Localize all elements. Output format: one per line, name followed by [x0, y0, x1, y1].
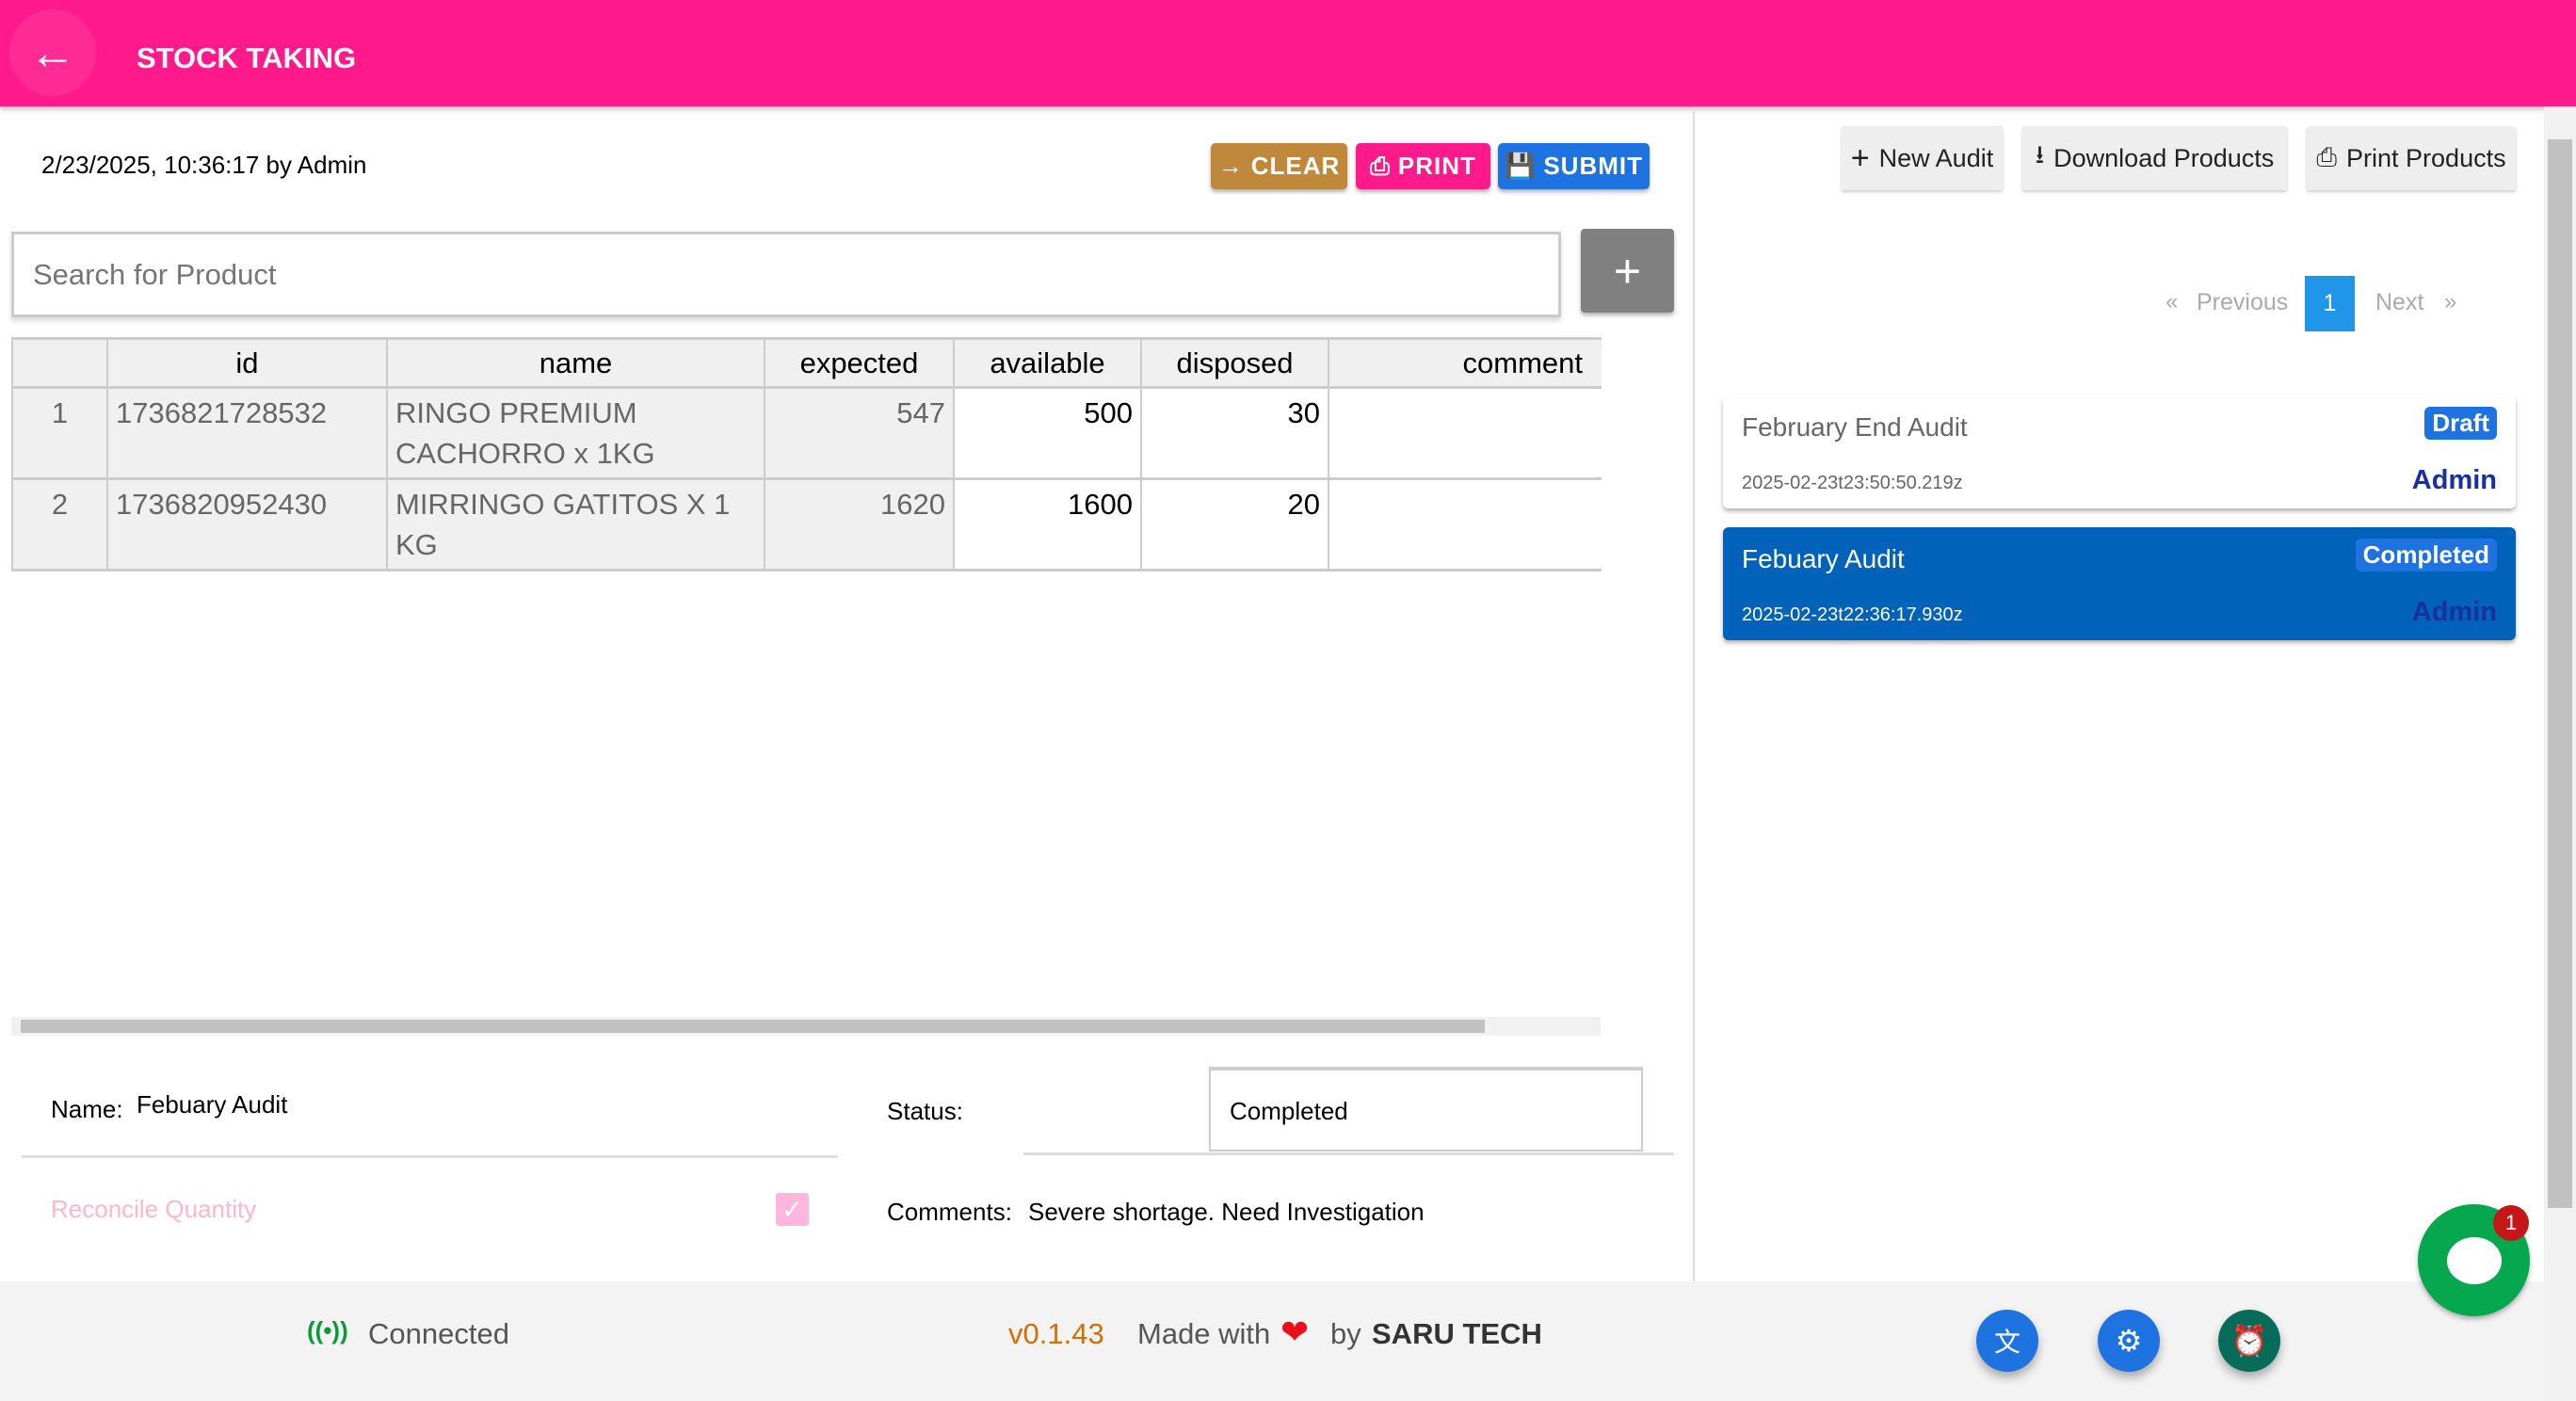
chat-bubble-icon — [2446, 1236, 2502, 1284]
audit-title: February End Audit — [1742, 412, 1968, 442]
comments-label: Comments: — [887, 1198, 1012, 1226]
name-underline — [22, 1155, 838, 1158]
expected-qty: 547 — [764, 387, 954, 480]
pagination-next[interactable]: Next — [2375, 289, 2423, 316]
status-underline — [1023, 1152, 1674, 1155]
print-button[interactable]: ⎙ PRINT — [1356, 143, 1490, 189]
products-table: id name expected available disposed comm… — [11, 337, 1602, 572]
audit-card-selected[interactable]: Febuary Audit Completed 2025-02-23t22:36… — [1723, 527, 2516, 640]
print-label: PRINT — [1397, 152, 1476, 180]
reconcile-label: Reconcile Quantity — [51, 1195, 257, 1223]
product-id: 1736820952430 — [106, 478, 387, 572]
download-icon: ⭳ — [2035, 140, 2045, 169]
scrollbar-thumb[interactable] — [21, 1020, 1485, 1033]
translate-icon: 文 — [1993, 1328, 2021, 1357]
printer-icon: ⎙ — [1370, 151, 1391, 180]
check-icon: ✓ — [781, 1195, 804, 1224]
disposed-qty-cell[interactable]: 20 — [1140, 478, 1328, 572]
arrow-right-icon: → — [1217, 152, 1244, 180]
status-select[interactable]: Completed — [1209, 1067, 1643, 1151]
status-badge: Completed — [2355, 539, 2497, 572]
save-icon: 💾 — [1504, 152, 1537, 180]
pagination-page-1[interactable]: 1 — [2305, 276, 2355, 331]
alarm-button[interactable]: ⏰ — [2218, 1310, 2280, 1372]
audit-date: 2025-02-23t22:36:17.930z — [1742, 604, 1963, 625]
brand-name: SARU TECH — [1372, 1317, 1542, 1350]
product-search-input[interactable] — [11, 232, 1561, 317]
app-version: v0.1.43 — [1008, 1317, 1104, 1350]
print-products-label: Print Products — [2346, 143, 2506, 172]
table-header-row: id name expected available disposed comm… — [11, 337, 1602, 389]
audit-date: 2025-02-23t23:50:50.219z — [1742, 473, 1963, 493]
clear-button[interactable]: → CLEAR — [1211, 143, 1347, 189]
table-row: 1 1736821728532 RINGO PREMIUM CACHORRO x… — [11, 387, 1602, 480]
plus-icon: + — [1850, 139, 1870, 176]
comment-cell[interactable] — [1328, 478, 1602, 572]
product-id: 1736821728532 — [106, 387, 387, 480]
audit-datetime: 2/23/2025, 10:36:17 by Admin — [41, 151, 367, 179]
app-header: ← STOCK TAKING — [0, 0, 2576, 106]
col-index — [11, 337, 107, 389]
page-title: STOCK TAKING — [137, 41, 357, 74]
comment-cell[interactable] — [1328, 387, 1602, 480]
plus-icon: + — [1613, 244, 1642, 298]
col-comment: comment — [1328, 337, 1602, 389]
col-available: available — [953, 337, 1141, 389]
expected-qty: 1620 — [764, 478, 954, 572]
by-text: by — [1330, 1317, 1361, 1350]
name-field[interactable]: Febuary Audit — [137, 1090, 287, 1119]
clear-label: CLEAR — [1250, 152, 1341, 180]
new-audit-label: New Audit — [1878, 143, 1994, 172]
status-badge: Draft — [2424, 407, 2497, 440]
signal-icon: ((•)) — [307, 1316, 348, 1345]
gear-icon: ⚙ — [2115, 1324, 2143, 1358]
add-product-button[interactable]: + — [1581, 229, 1674, 313]
translate-button[interactable]: 文 — [1976, 1310, 2038, 1372]
settings-button[interactable]: ⚙ — [2098, 1310, 2160, 1372]
name-label: Name: — [51, 1095, 123, 1123]
chat-notification-badge: 1 — [2493, 1205, 2529, 1241]
back-button[interactable]: ← — [9, 9, 96, 96]
row-index: 2 — [11, 478, 107, 572]
available-qty-cell[interactable]: 1600 — [953, 478, 1141, 572]
submit-label: SUBMIT — [1543, 152, 1644, 180]
made-with-text: Made with — [1137, 1317, 1271, 1350]
audit-user: Admin — [2411, 465, 2497, 495]
pagination-previous[interactable]: Previous — [2197, 289, 2288, 316]
audit-title: Febuary Audit — [1742, 544, 1905, 573]
download-label: Download Products — [2053, 143, 2275, 172]
product-name: MIRRINGO GATITOS X 1 KG — [386, 478, 765, 572]
product-name: RINGO PREMIUM CACHORRO x 1KG — [386, 387, 765, 480]
audit-user: Admin — [2411, 597, 2497, 627]
pagination-last[interactable]: » — [2444, 289, 2456, 315]
new-audit-button[interactable]: + New Audit — [1842, 126, 2003, 190]
reconcile-checkbox[interactable]: ✓ — [776, 1193, 809, 1226]
download-products-button[interactable]: ⭳ Download Products — [2022, 126, 2287, 190]
audit-card[interactable]: February End Audit Draft 2025-02-23t23:5… — [1723, 395, 2516, 508]
col-id: id — [106, 337, 387, 389]
col-name: name — [386, 337, 765, 389]
col-expected: expected — [764, 337, 954, 389]
table-row: 2 1736820952430 MIRRINGO GATITOS X 1 KG … — [11, 478, 1602, 572]
arrow-left-icon: ← — [29, 26, 76, 79]
scrollbar-thumb[interactable] — [2548, 139, 2572, 1208]
comments-value[interactable]: Severe shortage. Need Investigation — [1028, 1198, 1425, 1227]
printer-icon: ⎙ — [2316, 143, 2338, 171]
disposed-qty-cell[interactable]: 30 — [1140, 387, 1328, 480]
connection-status: Connected — [368, 1317, 509, 1350]
submit-button[interactable]: 💾 SUBMIT — [1498, 143, 1650, 189]
print-products-button[interactable]: ⎙ Print Products — [2307, 126, 2516, 190]
col-disposed: disposed — [1140, 337, 1328, 389]
pagination-first[interactable]: « — [2165, 289, 2178, 315]
status-label: Status: — [887, 1097, 963, 1125]
alarm-clock-icon: ⏰ — [2230, 1324, 2268, 1358]
row-index: 1 — [11, 387, 107, 480]
heart-icon: ❤ — [1280, 1312, 1310, 1351]
available-qty-cell[interactable]: 500 — [953, 387, 1141, 480]
